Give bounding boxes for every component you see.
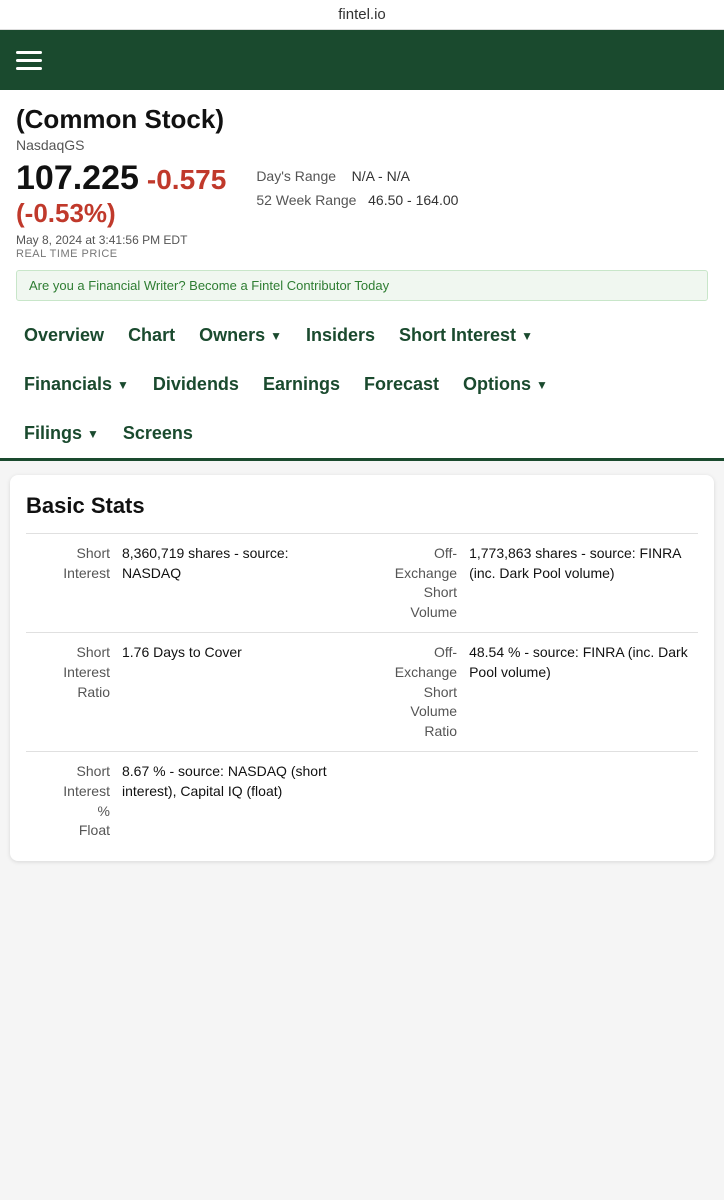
week-range-label: 52 Week Range	[256, 192, 356, 208]
financials-chevron: ▼	[117, 378, 129, 392]
stat-value-off-exchange-ratio: 48.54 % - source: FINRA (inc. Dark Pool …	[463, 633, 698, 752]
hamburger-line-3	[16, 67, 42, 70]
domain-label: fintel.io	[338, 6, 386, 23]
price-right: Day's Range N/A - N/A 52 Week Range 46.5…	[256, 159, 708, 213]
stats-card: Basic Stats ShortInterest 8,360,719 shar…	[10, 475, 714, 861]
nav-filings[interactable]: Filings ▼	[12, 409, 111, 458]
stat-label-off-exchange-volume: Off-ExchangeShortVolume	[373, 534, 463, 633]
options-chevron: ▼	[536, 378, 548, 392]
short-interest-chevron: ▼	[521, 329, 533, 343]
stock-section: (Common Stock) NasdaqGS 107.225 -0.575 (-…	[0, 90, 724, 311]
stock-title: (Common Stock)	[16, 104, 708, 135]
filings-chevron: ▼	[87, 427, 99, 441]
nav-short-interest[interactable]: Short Interest ▼	[387, 311, 545, 360]
hamburger-button[interactable]	[16, 51, 42, 70]
nav-row-3: Filings ▼ Screens	[12, 409, 712, 458]
stat-value-empty	[463, 752, 698, 851]
stat-value-off-exchange-volume: 1,773,863 shares - source: FINRA (inc. D…	[463, 534, 698, 633]
realtime-label: REAL TIME PRICE	[16, 248, 708, 260]
table-row: ShortInterest%Float 8.67 % - source: NAS…	[26, 752, 698, 851]
owners-chevron: ▼	[270, 329, 282, 343]
price-pct: (-0.53%)	[16, 198, 226, 229]
col-divider-1	[355, 534, 373, 633]
stat-label-si-float: ShortInterest%Float	[26, 752, 116, 851]
stock-exchange: NasdaqGS	[16, 137, 708, 153]
nav-screens[interactable]: Screens	[111, 409, 205, 458]
timestamp: May 8, 2024 at 3:41:56 PM EDT	[16, 233, 708, 247]
nav-dividends[interactable]: Dividends	[141, 360, 251, 409]
price-change: -0.575	[147, 164, 226, 195]
stat-label-off-exchange-ratio: Off-ExchangeShortVolumeRatio	[373, 633, 463, 752]
week-range-row: 52 Week Range 46.50 - 164.00	[256, 189, 708, 213]
nav-options[interactable]: Options ▼	[451, 360, 560, 409]
days-range-label: Day's Range	[256, 168, 336, 184]
col-divider-3	[355, 752, 373, 851]
stats-table: ShortInterest 8,360,719 shares - source:…	[26, 533, 698, 851]
nav-forecast[interactable]: Forecast	[352, 360, 451, 409]
stat-value-si-float: 8.67 % - source: NASDAQ (short interest)…	[116, 752, 355, 851]
days-range-row: Day's Range N/A - N/A	[256, 165, 708, 189]
price-left: 107.225 -0.575 (-0.53%)	[16, 159, 226, 229]
price-row: 107.225 -0.575 (-0.53%) Day's Range N/A -…	[16, 159, 708, 229]
nav-row-1: Overview Chart Owners ▼ Insiders Short I…	[12, 311, 712, 360]
nav-row-2: Financials ▼ Dividends Earnings Forecast…	[12, 360, 712, 409]
promo-bar[interactable]: Are you a Financial Writer? Become a Fin…	[16, 270, 708, 301]
days-range-value: N/A - N/A	[352, 168, 410, 184]
nav-financials[interactable]: Financials ▼	[12, 360, 141, 409]
stat-label-sir: ShortInterestRatio	[26, 633, 116, 752]
hamburger-line-1	[16, 51, 42, 54]
nav-insiders[interactable]: Insiders	[294, 311, 387, 360]
stat-label-short-interest: ShortInterest	[26, 534, 116, 633]
nav-earnings[interactable]: Earnings	[251, 360, 352, 409]
stat-value-sir: 1.76 Days to Cover	[116, 633, 355, 752]
table-row: ShortInterestRatio 1.76 Days to Cover Of…	[26, 633, 698, 752]
nav-tabs: Overview Chart Owners ▼ Insiders Short I…	[0, 311, 724, 461]
nav-overview[interactable]: Overview	[12, 311, 116, 360]
stock-price: 107.225	[16, 159, 139, 197]
top-bar: fintel.io	[0, 0, 724, 30]
table-row: ShortInterest 8,360,719 shares - source:…	[26, 534, 698, 633]
card-title: Basic Stats	[26, 493, 698, 519]
nav-chart[interactable]: Chart	[116, 311, 187, 360]
col-divider-2	[355, 633, 373, 752]
nav-owners[interactable]: Owners ▼	[187, 311, 294, 360]
main-content: Basic Stats ShortInterest 8,360,719 shar…	[0, 461, 724, 875]
stat-value-short-interest: 8,360,719 shares - source: NASDAQ	[116, 534, 355, 633]
week-range-value: 46.50 - 164.00	[368, 192, 458, 208]
hamburger-line-2	[16, 59, 42, 62]
nav-header	[0, 30, 724, 90]
stat-label-empty	[373, 752, 463, 851]
